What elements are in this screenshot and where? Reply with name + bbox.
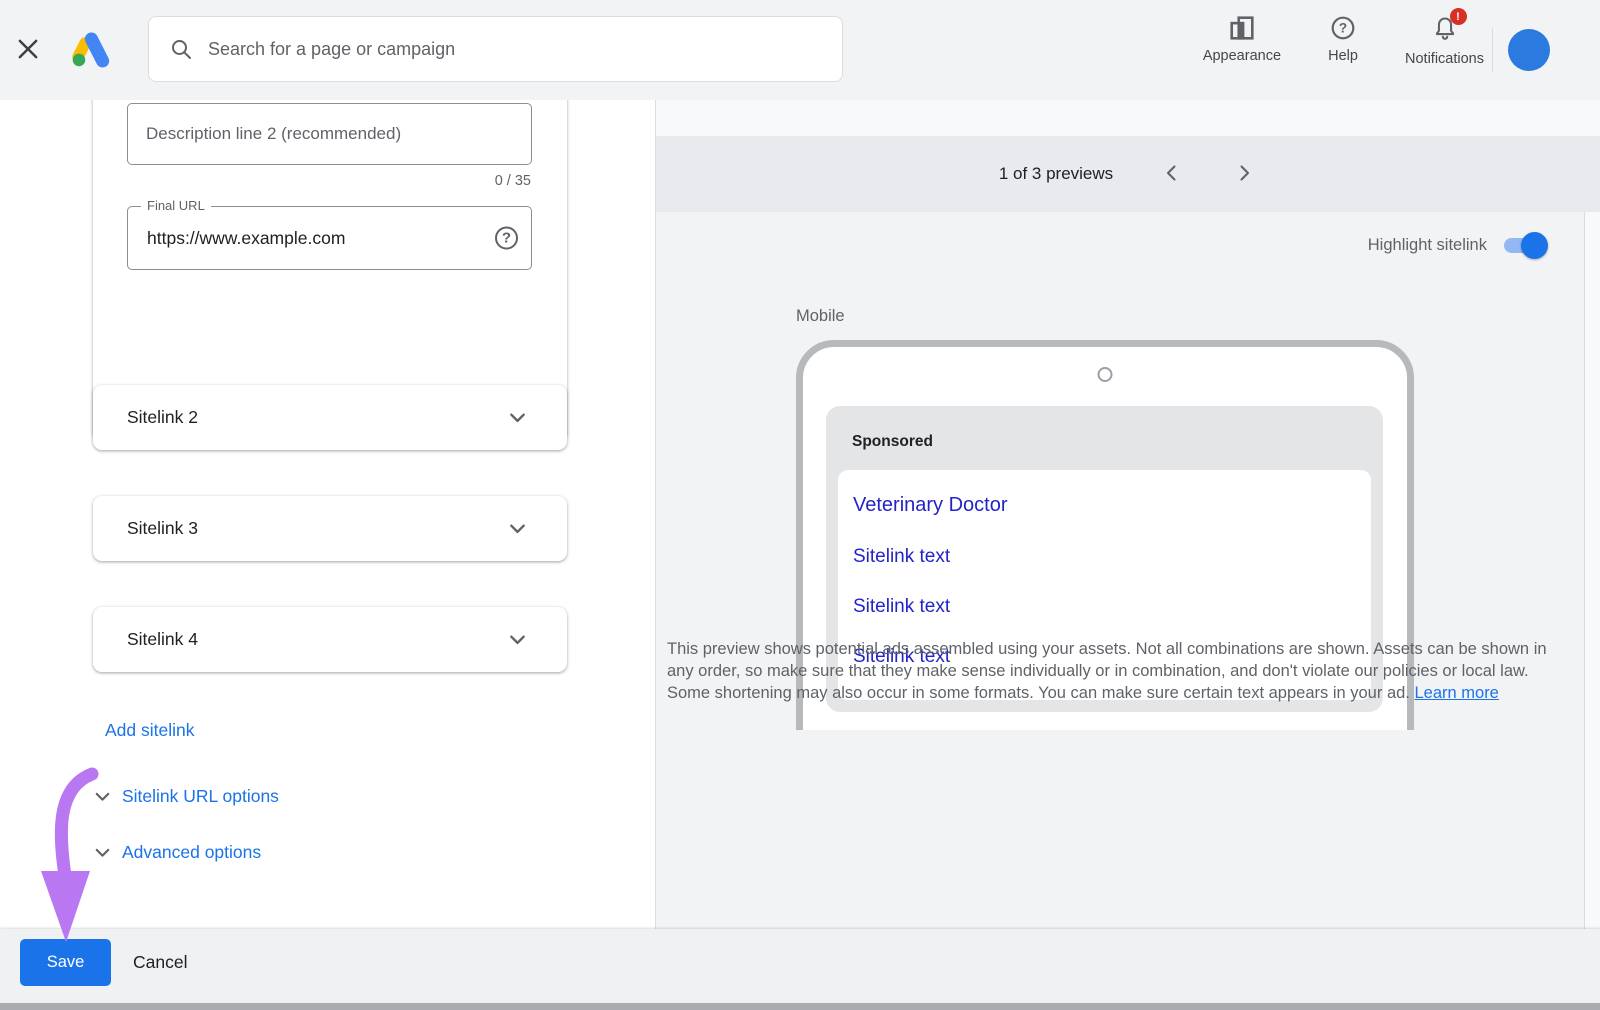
appearance-button[interactable]: Appearance	[1203, 15, 1281, 64]
search-input[interactable]	[208, 39, 822, 60]
appearance-label: Appearance	[1203, 48, 1281, 64]
device-label: Mobile	[796, 307, 845, 326]
close-button[interactable]	[12, 34, 44, 66]
sitelink-3-card[interactable]: Sitelink 3	[93, 496, 567, 561]
footer-bar: Save Cancel	[0, 929, 1600, 1003]
notifications-button[interactable]: ! Notifications	[1405, 15, 1484, 67]
search-bar[interactable]	[148, 16, 843, 82]
pager-label: 1 of 3 previews	[999, 164, 1113, 184]
sitelink-url-options-label: Sitelink URL options	[122, 786, 279, 807]
avatar[interactable]	[1508, 29, 1550, 71]
chevron-down-icon	[504, 626, 531, 653]
chevron-down-icon	[90, 840, 115, 865]
help-icon: ?	[1330, 15, 1356, 41]
window-bottom-edge	[0, 1003, 1600, 1010]
bell-wrap: !	[1432, 15, 1458, 44]
sponsored-label: Sponsored	[852, 433, 933, 451]
sitelink-2-label: Sitelink 2	[127, 407, 198, 428]
char-counter: 0 / 35	[495, 173, 531, 189]
highlight-sitelink-label: Highlight sitelink	[1368, 236, 1487, 255]
preview-disclaimer: This preview shows potential ads assembl…	[667, 638, 1547, 704]
sitelink-2-card[interactable]: Sitelink 2	[93, 385, 567, 450]
chevron-right-icon	[1232, 161, 1256, 185]
sitelink-url-options-toggle[interactable]: Sitelink URL options	[90, 784, 279, 809]
toggle-knob	[1521, 232, 1548, 259]
appearance-icon	[1229, 15, 1255, 41]
topbar-divider	[1492, 28, 1493, 72]
chevron-left-icon	[1160, 161, 1184, 185]
next-preview-button[interactable]	[1231, 161, 1257, 187]
advanced-options-toggle[interactable]: Advanced options	[90, 840, 261, 865]
sitelink-4-card[interactable]: Sitelink 4	[93, 607, 567, 672]
ad-title-link: Veterinary Doctor	[853, 494, 1008, 517]
previous-preview-button[interactable]	[1159, 161, 1185, 187]
sitelink-4-label: Sitelink 4	[127, 629, 198, 650]
notification-badge: !	[1450, 8, 1467, 25]
help-label: Help	[1328, 48, 1358, 64]
google-ads-asset-editor: Appearance ? Help ! Notifications 0 / 35…	[0, 0, 1600, 1010]
description-line-2-input[interactable]	[127, 103, 532, 165]
topbar-actions: Appearance ? Help ! Notifications	[1203, 15, 1484, 67]
final-url-help-icon[interactable]: ?	[495, 227, 518, 250]
preview-pager: 1 of 3 previews	[656, 136, 1600, 212]
advanced-options-label: Advanced options	[122, 842, 261, 863]
phone-camera	[1098, 367, 1113, 382]
final-url-input[interactable]	[128, 207, 531, 269]
chevron-down-icon	[90, 784, 115, 809]
cancel-button[interactable]: Cancel	[133, 929, 187, 996]
help-button[interactable]: ? Help	[1311, 15, 1375, 64]
highlight-sitelink-toggle[interactable]	[1504, 238, 1545, 253]
ad-sitelink-link: Sitelink text	[853, 546, 950, 568]
asset-editor-panel: 0 / 35 Final URL ? Sitelink 2 Sitelink 3…	[0, 100, 656, 929]
final-url-field: Final URL ?	[127, 206, 532, 270]
google-ads-logo	[68, 27, 114, 73]
preview-panel: 1 of 3 previews Highlight sitelink Mobil…	[656, 100, 1600, 929]
save-button[interactable]: Save	[20, 939, 111, 986]
sitelink-3-label: Sitelink 3	[127, 518, 198, 539]
chevron-down-icon	[504, 515, 531, 542]
highlight-sitelink-row: Highlight sitelink	[1368, 236, 1545, 255]
add-sitelink-link[interactable]: Add sitelink	[105, 720, 195, 741]
notifications-label: Notifications	[1405, 51, 1484, 67]
learn-more-link[interactable]: Learn more	[1414, 684, 1498, 702]
final-url-label: Final URL	[141, 198, 211, 213]
close-icon	[14, 35, 42, 63]
search-icon	[169, 37, 193, 61]
top-bar: Appearance ? Help ! Notifications	[0, 0, 1600, 100]
ad-sitelink-link: Sitelink text	[853, 596, 950, 618]
svg-text:?: ?	[1339, 21, 1347, 36]
chevron-down-icon	[504, 404, 531, 431]
